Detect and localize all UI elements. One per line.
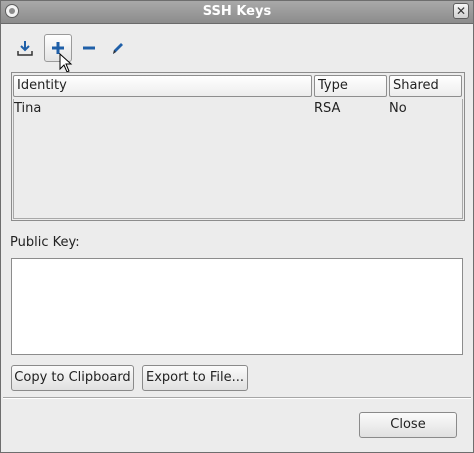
ssh-keys-dialog: SSH Keys ✕ Identity Type Shared Tina RSA… [0,0,474,453]
window-title: SSH Keys [202,4,272,19]
pencil-icon [113,43,123,54]
close-button[interactable]: Close [359,412,457,438]
title-bar[interactable]: SSH Keys ✕ [1,1,473,24]
column-header-shared[interactable]: Shared [389,75,462,97]
remove-key-button[interactable] [75,34,103,62]
keys-table: Identity Type Shared Tina RSA No [11,72,465,221]
import-key-button[interactable] [11,34,39,62]
close-icon: ✕ [455,4,467,18]
cell-type: RSA [314,101,341,116]
minus-icon [83,46,95,50]
mouse-cursor-icon [59,53,73,73]
download-icon [17,41,33,56]
copy-to-clipboard-button[interactable]: Copy to Clipboard [11,365,134,391]
export-to-file-button[interactable]: Export to File... [142,365,248,391]
public-key-label: Public Key: [10,235,80,250]
column-header-identity[interactable]: Identity [13,75,312,97]
table-body [13,99,463,219]
public-key-field[interactable] [11,258,463,355]
divider [3,397,471,399]
cell-identity: Tina [14,101,42,116]
edit-key-button[interactable] [104,34,132,62]
column-header-type[interactable]: Type [314,75,387,97]
window-close-button[interactable]: ✕ [453,3,469,19]
cell-shared: No [389,101,407,116]
